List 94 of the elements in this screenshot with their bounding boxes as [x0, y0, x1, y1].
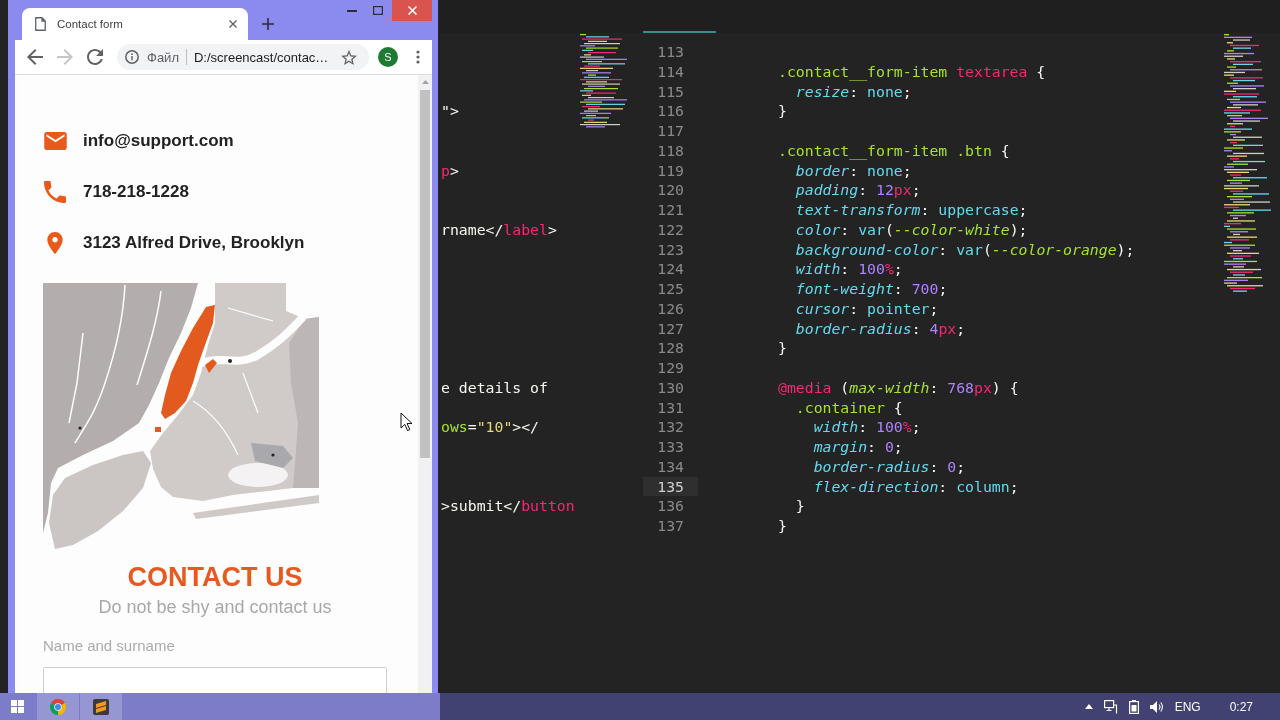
- plus-icon: [262, 18, 274, 30]
- line-number: 137: [657, 516, 684, 536]
- line-number: 132: [657, 417, 684, 437]
- code-line: e details of: [441, 377, 548, 398]
- taskbar-app-button[interactable]: [80, 693, 122, 720]
- line-number: 117: [657, 121, 684, 141]
- site-info-label[interactable]: Файл: [147, 49, 179, 65]
- tile-logo-icon: [93, 698, 109, 715]
- menu-icon: [416, 50, 420, 64]
- code-line: }: [778, 101, 787, 121]
- profile-button[interactable]: S: [378, 47, 398, 67]
- field-label: Name and surname: [43, 637, 176, 655]
- segmented-circle-icon: [50, 698, 66, 715]
- bookmark-button[interactable]: [341, 49, 357, 65]
- code-line: width: 100%;: [813, 417, 921, 437]
- line-number: 130: [657, 377, 684, 398]
- line-number: 129: [657, 358, 684, 378]
- speaker-icon[interactable]: [1149, 700, 1164, 713]
- code-line: background-color: var(--color-orange);: [795, 239, 1135, 260]
- code-line: color: var(--color-white);: [795, 219, 1028, 240]
- network-icon[interactable]: [1103, 699, 1118, 714]
- scrollbar-thumb[interactable]: [420, 90, 430, 458]
- maximize-icon: [373, 6, 383, 15]
- code-line: flex-direction: column;: [813, 476, 1019, 497]
- arrow-right-icon: [57, 49, 73, 65]
- code-line: width: 100%;: [795, 259, 903, 279]
- line-number: 133: [657, 437, 684, 457]
- line-number: 113: [657, 42, 684, 62]
- line-number: 115: [657, 81, 684, 102]
- mouse-pointer-icon: [400, 412, 413, 432]
- language-indicator[interactable]: ENG: [1174, 699, 1201, 714]
- phone-icon: [44, 181, 66, 203]
- phone-text: 718-218-1228: [83, 182, 189, 202]
- close-icon: [229, 20, 237, 28]
- code-line: rname</label>: [441, 219, 557, 240]
- email-text: info@support.com: [83, 131, 234, 151]
- code-line: border-radius: 4px;: [795, 318, 966, 339]
- minimize-icon: [347, 9, 357, 12]
- code-line: .container {: [795, 397, 903, 418]
- code-line: .contact__form-item textarea {: [778, 61, 1046, 82]
- info-icon: [125, 50, 139, 64]
- code-line: resize: none;: [795, 81, 912, 102]
- code-line: margin: 0;: [813, 437, 903, 457]
- line-number: 134: [657, 456, 684, 477]
- reload-icon: [87, 49, 103, 65]
- line-number: 127: [657, 318, 684, 339]
- code-line: ows="10"></: [441, 417, 540, 437]
- code-line: >submit</button: [441, 496, 575, 516]
- line-number: 119: [657, 160, 684, 181]
- code-line: @media (max-width: 768px) {: [778, 377, 1019, 398]
- map-pin-icon: [47, 232, 63, 254]
- line-number: 124: [657, 259, 684, 279]
- code-line: text-transform: uppercase;: [795, 200, 1028, 220]
- contact-heading: CONTACT US: [126, 561, 304, 593]
- page-icon: [35, 17, 46, 31]
- contact-subheading: Do not be shy and contact us: [97, 596, 333, 618]
- line-number: 118: [657, 140, 684, 161]
- code-line: border: none;: [795, 160, 912, 181]
- arrow-left-icon: [27, 49, 43, 65]
- line-number: 122: [657, 219, 684, 240]
- line-number: 128: [657, 338, 684, 358]
- code-line: padding: 12px;: [795, 180, 921, 200]
- code-line: .contact__form-item .btn {: [778, 140, 1010, 161]
- line-number: 136: [657, 496, 684, 516]
- code-line: cursor: pointer;: [795, 298, 939, 319]
- address-text: 3123 Alfred Drive, Brooklyn: [83, 233, 305, 253]
- browser-tab[interactable]: Contact form: [22, 8, 248, 40]
- line-number: 126: [657, 298, 684, 319]
- line-number: 131: [657, 397, 684, 418]
- code-line: }: [778, 338, 787, 358]
- line-number: 123: [657, 239, 684, 260]
- line-number: 125: [657, 279, 684, 299]
- close-icon: [407, 6, 417, 15]
- address-field[interactable]: Файл D:/screencast/contac…: [117, 44, 369, 70]
- scrollbar[interactable]: [418, 75, 432, 693]
- line-number: 135: [657, 476, 684, 497]
- battery-icon[interactable]: [1128, 699, 1139, 714]
- code-line: ">: [441, 101, 459, 121]
- envelope-icon: [43, 132, 67, 150]
- line-number: 114: [657, 61, 684, 82]
- four-pane-logo-icon: [11, 700, 24, 713]
- clock-text[interactable]: 0:27: [1229, 699, 1253, 714]
- code-line: font-weight: 700;: [795, 279, 948, 299]
- new-tab-button[interactable]: [260, 16, 276, 32]
- code-line: }: [795, 496, 805, 516]
- code-line: p>: [441, 160, 459, 181]
- line-number: 116: [657, 101, 684, 121]
- code-line: border-radius: 0;: [813, 456, 966, 477]
- url-text: D:/screencast/contac…: [193, 49, 329, 65]
- code-line: }: [778, 516, 787, 536]
- line-number: 120: [657, 180, 684, 200]
- star-icon: [341, 49, 357, 65]
- caret-up-icon[interactable]: [1084, 704, 1093, 709]
- line-number: 121: [657, 200, 684, 220]
